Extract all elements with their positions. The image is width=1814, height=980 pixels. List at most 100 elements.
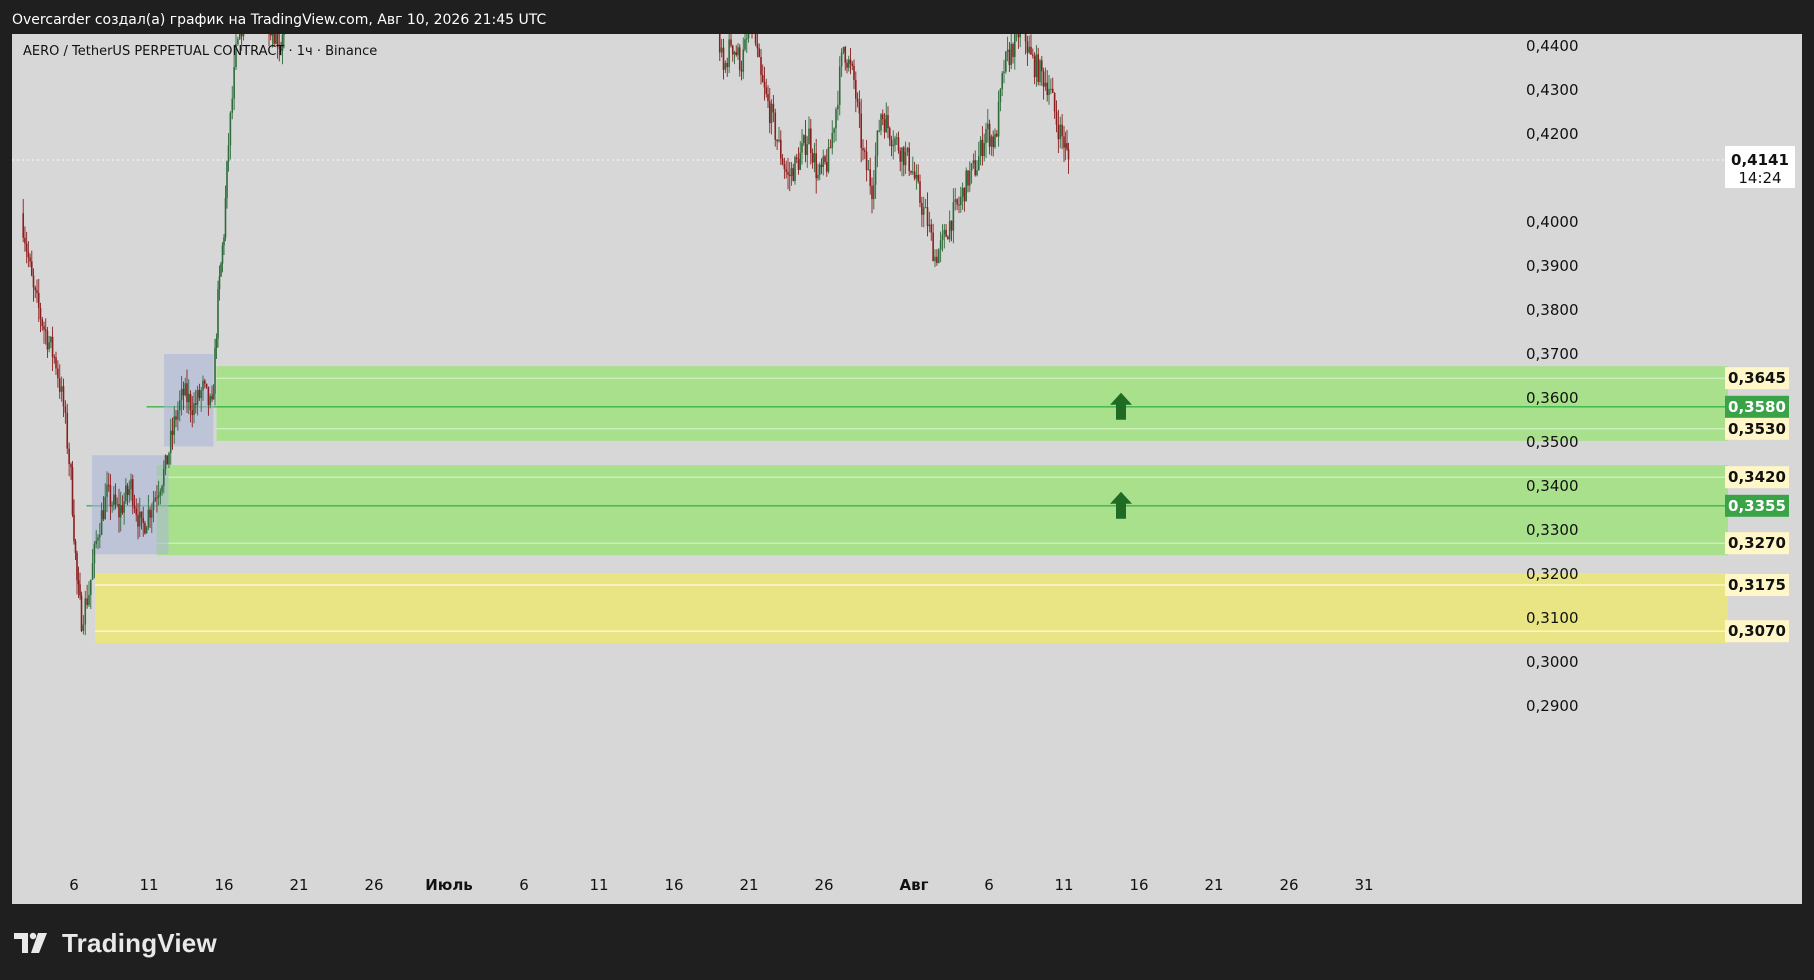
candle-body [728, 39, 730, 68]
candle-body [846, 62, 848, 68]
candle-body [932, 232, 934, 262]
candle-body [760, 56, 762, 76]
candle-body [897, 137, 900, 151]
candle-body [983, 143, 985, 156]
candle-body [212, 393, 215, 400]
candle-body [910, 170, 912, 173]
price-tag-zone1-top: 0,3645 [1725, 367, 1789, 390]
candle-body [926, 207, 929, 227]
candle-body [29, 257, 31, 262]
candle-body [1063, 136, 1065, 148]
y-tick-label: 0,3300 [1526, 521, 1579, 539]
candle-body [937, 249, 940, 264]
candle-body [948, 220, 951, 240]
candle-body [173, 416, 176, 435]
candle-body [833, 128, 835, 133]
candle-body [754, 34, 757, 44]
candle-body [157, 495, 160, 498]
candle-body [824, 156, 826, 163]
candlestick-chart[interactable]: 0,4400 0,4300 0,4200 0,4000 0,3900 0,3800 0,37… [12, 34, 1802, 904]
zone-3 [95, 573, 1728, 644]
candle-body [62, 386, 65, 407]
x-tick-label: 21 [289, 876, 308, 894]
x-tick-label: 6 [69, 876, 79, 894]
candle-body [903, 147, 905, 166]
candle-body [817, 174, 819, 179]
candle-body [133, 505, 136, 509]
candle-body [1006, 49, 1009, 52]
candle-body [936, 256, 938, 264]
candle-body [50, 336, 52, 343]
y-tick-label: 0,3200 [1526, 565, 1579, 583]
candle-body [204, 380, 206, 384]
price-tag-zone2-top: 0,3420 [1725, 466, 1789, 489]
candle-body [224, 198, 227, 238]
candle-body [878, 130, 880, 132]
candle-body [114, 494, 117, 505]
x-tick-label: 16 [1129, 876, 1148, 894]
candle-body [217, 289, 219, 339]
candle-body [862, 147, 864, 151]
candle-body [744, 39, 746, 50]
candle-body [731, 45, 734, 55]
y-tick-label: 0,3000 [1526, 653, 1579, 671]
y-tick-label: 0,4000 [1526, 213, 1579, 231]
candle-body [231, 98, 234, 113]
candle-body [1005, 51, 1007, 72]
candle-body [242, 34, 245, 37]
candle-body [787, 171, 789, 175]
candle-body [214, 347, 216, 394]
candle-body [972, 160, 975, 164]
candle-body [976, 170, 978, 176]
chart-area[interactable]: 0,4400 0,4300 0,4200 0,4000 0,3900 0,3800 0,37… [12, 34, 1802, 904]
candle-body [147, 509, 150, 528]
candle-body [138, 511, 141, 527]
candle-body [758, 48, 760, 57]
candle-body [901, 147, 903, 162]
candle-body [271, 34, 274, 36]
candle-body [1014, 34, 1016, 57]
candle-body [1033, 55, 1036, 78]
candle-body [195, 403, 197, 405]
candle-body [785, 169, 787, 172]
candle-body [273, 34, 275, 44]
candle-body [867, 169, 870, 171]
tradingview-brand[interactable]: TradingView [14, 925, 217, 961]
candle-body [960, 196, 962, 206]
candle-body [869, 169, 871, 187]
candle-body [156, 497, 158, 499]
candle-body [97, 537, 99, 541]
candle-body [1024, 34, 1027, 42]
candle-body [958, 204, 960, 206]
y-tick-label: 0,4200 [1526, 125, 1579, 143]
candle-body [100, 510, 103, 535]
candle-body [74, 541, 77, 553]
candle-body [883, 119, 886, 133]
candle-body [177, 410, 179, 420]
price-tag-zone1-bottom: 0,3530 [1725, 417, 1789, 440]
candle-body [856, 98, 859, 102]
candle-body [730, 39, 732, 46]
price-tag-zone2-bottom-text: 0,3270 [1728, 534, 1786, 552]
candle-body [111, 505, 113, 507]
candle-body [761, 75, 764, 82]
candle-body [149, 509, 151, 518]
candle-body [233, 67, 235, 99]
price-tag-zone3-top-text: 0,3175 [1728, 576, 1786, 594]
candle-body [888, 128, 891, 140]
candle-body [27, 251, 30, 258]
candle-body [121, 505, 124, 513]
candle-body [818, 164, 821, 175]
candle-body [985, 129, 987, 144]
candle-body [64, 406, 67, 413]
candle-body [93, 544, 96, 564]
candle-body [871, 186, 873, 200]
candle-body [881, 114, 884, 120]
candle-body [930, 224, 933, 233]
candle-body [37, 292, 40, 308]
candle-body [51, 336, 54, 357]
candle-body [1032, 54, 1034, 56]
candle-body [34, 287, 37, 291]
candle-body [718, 34, 721, 53]
candle-body [125, 485, 127, 502]
